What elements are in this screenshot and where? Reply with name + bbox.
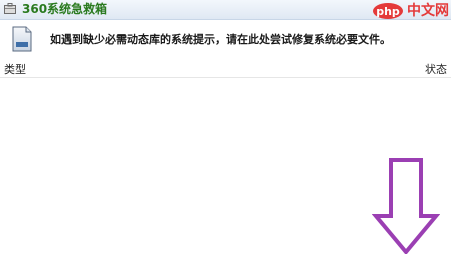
toolbox-icon (4, 3, 16, 14)
info-banner: 如遇到缺少必需动态库的系统提示，请在此处尝试修复系统必要文件。 (0, 20, 451, 58)
watermark: php 中文网 (372, 0, 449, 22)
window-title: 360系统急救箱 (22, 2, 108, 16)
document-icon (12, 26, 32, 52)
arrow-down-icon (372, 158, 440, 254)
title-bar: 360系统急救箱 php 中文网 (0, 0, 451, 20)
table-header: 类型 状态 (0, 62, 451, 78)
column-header-status[interactable]: 状态 (425, 63, 447, 77)
column-header-type[interactable]: 类型 (4, 63, 26, 77)
watermark-logo-text: php (376, 5, 400, 18)
php-logo-icon: php (373, 3, 403, 19)
watermark-text: 中文网 (407, 3, 449, 19)
info-message: 如遇到缺少必需动态库的系统提示，请在此处尝试修复系统必要文件。 (50, 33, 391, 46)
